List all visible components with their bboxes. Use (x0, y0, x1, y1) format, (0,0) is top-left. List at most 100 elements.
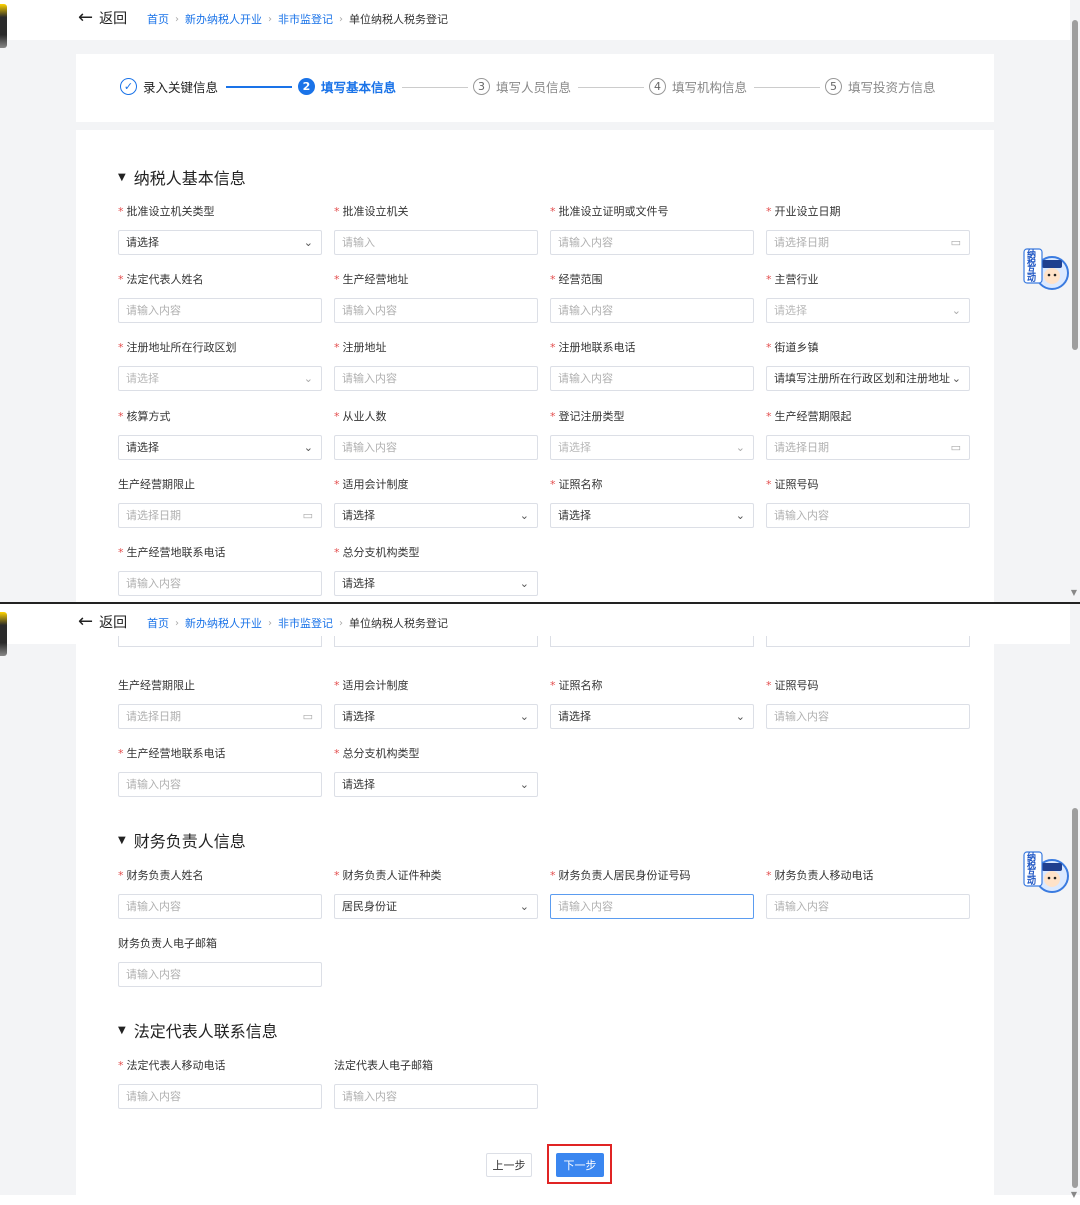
step-1[interactable]: ✓ 录入关键信息 (120, 77, 218, 96)
field-label: 批准设立证明或文件号 (558, 205, 669, 218)
breadcrumb-non-market[interactable]: 非市监登记 (278, 615, 333, 631)
field-legal-email: 法定代表人电子邮箱 请输入内容 (334, 1059, 538, 1109)
field-label: 总分支机构类型 (342, 546, 420, 559)
field-label: 法定代表人姓名 (126, 273, 204, 286)
reg-address-input[interactable]: 请输入内容 (334, 366, 538, 391)
top-bar: ← 返回 首页 › 新办纳税人开业 › 非市监登记 › 单位纳税人税务登记 (0, 0, 1070, 40)
approve-org-input[interactable]: 请输入 (334, 230, 538, 255)
next-step-button[interactable]: 下一步 (556, 1153, 604, 1177)
accounting-select[interactable]: 请选择 ⌄ (118, 435, 322, 460)
legal-email-input[interactable]: 请输入内容 (334, 1084, 538, 1109)
breadcrumb-non-market[interactable]: 非市监登记 (278, 11, 333, 27)
step-label: 填写投资方信息 (848, 80, 936, 95)
biz-phone-input[interactable]: 请输入内容 (118, 571, 322, 596)
breadcrumb-home[interactable]: 首页 (147, 615, 169, 631)
cert-no-input[interactable]: 请输入内容 (766, 503, 970, 528)
select-value: 请选择 (558, 509, 591, 522)
reg-region-select[interactable]: 请选择 ⌄ (118, 366, 322, 391)
field-label: 适用会计制度 (342, 478, 409, 491)
caret-down-icon[interactable]: ▼ (118, 835, 126, 846)
tax-interaction-widget[interactable]: 纳税互动 (1022, 245, 1070, 293)
chevron-right-icon: › (268, 13, 272, 25)
step-connector (226, 86, 292, 88)
field-approve-org: * 批准设立机关 请输入 (334, 205, 538, 255)
field-label: 证照号码 (774, 679, 819, 692)
main-industry-select[interactable]: 请选择 ⌄ (766, 298, 970, 323)
period-end-picker[interactable]: 请选择日期 ▭ (118, 503, 322, 528)
street-select[interactable]: 请填写注册所在行政区划和注册地址 ⌄ (766, 366, 970, 391)
chevron-down-icon: ⌄ (951, 372, 961, 385)
section-title-basic: ▼ 纳税人基本信息 (118, 165, 246, 189)
caret-down-icon[interactable]: ▼ (118, 172, 126, 183)
select-value: 居民身份证 (342, 900, 397, 913)
field-label: 核算方式 (126, 410, 171, 423)
back-button[interactable]: ← 返回 (78, 612, 127, 632)
step-5[interactable]: 5 填写投资方信息 (825, 77, 936, 96)
fin-id-no-input[interactable]: 请输入内容 (550, 894, 754, 919)
approve-doc-input[interactable]: 请输入内容 (550, 230, 754, 255)
back-button[interactable]: ← 返回 (78, 8, 127, 28)
select-value: 请选择 (558, 710, 591, 723)
breadcrumb: 首页 › 新办纳税人开业 › 非市监登记 › 单位纳税人税务登记 (147, 615, 448, 631)
fin-email-input[interactable]: 请输入内容 (118, 962, 322, 987)
acct-system-select[interactable]: 请选择 ⌄ (334, 503, 538, 528)
caret-down-icon[interactable]: ▼ (118, 1025, 126, 1036)
chevron-right-icon: › (268, 617, 272, 629)
prev-step-button[interactable]: 上一步 (486, 1153, 532, 1177)
fin-name-input[interactable]: 请输入内容 (118, 894, 322, 919)
breadcrumb-new-taxpayer[interactable]: 新办纳税人开业 (185, 615, 262, 631)
breadcrumb-home[interactable]: 首页 (147, 11, 169, 27)
side-tab[interactable] (0, 612, 7, 656)
reg-phone-input[interactable]: 请输入内容 (550, 366, 754, 391)
select-value: 请选择 (558, 441, 591, 454)
pane-top: ← 返回 首页 › 新办纳税人开业 › 非市监登记 › 单位纳税人税务登记 ✓ … (0, 0, 1080, 602)
field-fin-mobile: * 财务负责人移动电话 请输入内容 (766, 869, 970, 919)
cert-name-select[interactable]: 请选择 ⌄ (550, 503, 754, 528)
calendar-icon: ▭ (302, 710, 313, 723)
field-fin-id-no: * 财务负责人居民身份证号码 请输入内容 (550, 869, 754, 919)
side-tab[interactable] (0, 4, 7, 48)
step-3[interactable]: 3 填写人员信息 (473, 77, 571, 96)
step-4[interactable]: 4 填写机构信息 (649, 77, 747, 96)
acct-system-select[interactable]: 请选择 ⌄ (334, 704, 538, 729)
field-cert-name: * 证照名称 请选择 ⌄ (550, 679, 754, 729)
cert-name-select[interactable]: 请选择 ⌄ (550, 704, 754, 729)
section-title-finance: ▼ 财务负责人信息 (118, 828, 246, 852)
chevron-down-icon: ⌄ (303, 372, 313, 385)
tax-interaction-widget[interactable]: 纳税互动 (1022, 848, 1070, 896)
clipped-row (118, 636, 970, 650)
field-label: 登记注册类型 (558, 410, 625, 423)
fin-id-type-select[interactable]: 居民身份证 ⌄ (334, 894, 538, 919)
staff-count-input[interactable]: 请输入内容 (334, 435, 538, 460)
legal-mobile-input[interactable]: 请输入内容 (118, 1084, 322, 1109)
period-start-picker[interactable]: 请选择日期 ▭ (766, 435, 970, 460)
cert-no-input[interactable]: 请输入内容 (766, 704, 970, 729)
chevron-down-icon: ⌄ (303, 236, 313, 249)
legal-name-input[interactable]: 请输入内容 (118, 298, 322, 323)
scroll-down-arrow-icon[interactable]: ▼ (1071, 1190, 1077, 1199)
scrollbar-thumb[interactable] (1072, 20, 1078, 350)
fin-mobile-input[interactable]: 请输入内容 (766, 894, 970, 919)
biz-address-input[interactable]: 请输入内容 (334, 298, 538, 323)
breadcrumb-new-taxpayer[interactable]: 新办纳税人开业 (185, 11, 262, 27)
step-2[interactable]: 2 填写基本信息 (298, 77, 396, 96)
field-label: 生产经营地址 (342, 273, 409, 286)
field-legal-mobile: * 法定代表人移动电话 请输入内容 (118, 1059, 322, 1109)
period-end-picker[interactable]: 请选择日期 ▭ (118, 704, 322, 729)
arrow-left-icon: ← (78, 7, 94, 28)
approve-org-type-select[interactable]: 请选择 ⌄ (118, 230, 322, 255)
select-value: 请选择 (126, 372, 159, 385)
field-label: 生产经营地联系电话 (126, 546, 226, 559)
field-reg-phone: * 注册地联系电话 请输入内容 (550, 341, 754, 391)
step-label: 填写人员信息 (496, 80, 572, 95)
biz-scope-input[interactable]: 请输入内容 (550, 298, 754, 323)
branch-type-select[interactable]: 请选择 ⌄ (334, 772, 538, 797)
open-date-picker[interactable]: 请选择日期 ▭ (766, 230, 970, 255)
branch-type-select[interactable]: 请选择 ⌄ (334, 571, 538, 596)
scroll-down-arrow-icon[interactable]: ▼ (1071, 588, 1077, 597)
scrollbar-thumb[interactable] (1072, 808, 1078, 1188)
field-label: 批准设立机关 (342, 205, 409, 218)
reg-type-select[interactable]: 请选择 ⌄ (550, 435, 754, 460)
field-approve-org-type: * 批准设立机关类型 请选择 ⌄ (118, 205, 322, 255)
biz-phone-input[interactable]: 请输入内容 (118, 772, 322, 797)
